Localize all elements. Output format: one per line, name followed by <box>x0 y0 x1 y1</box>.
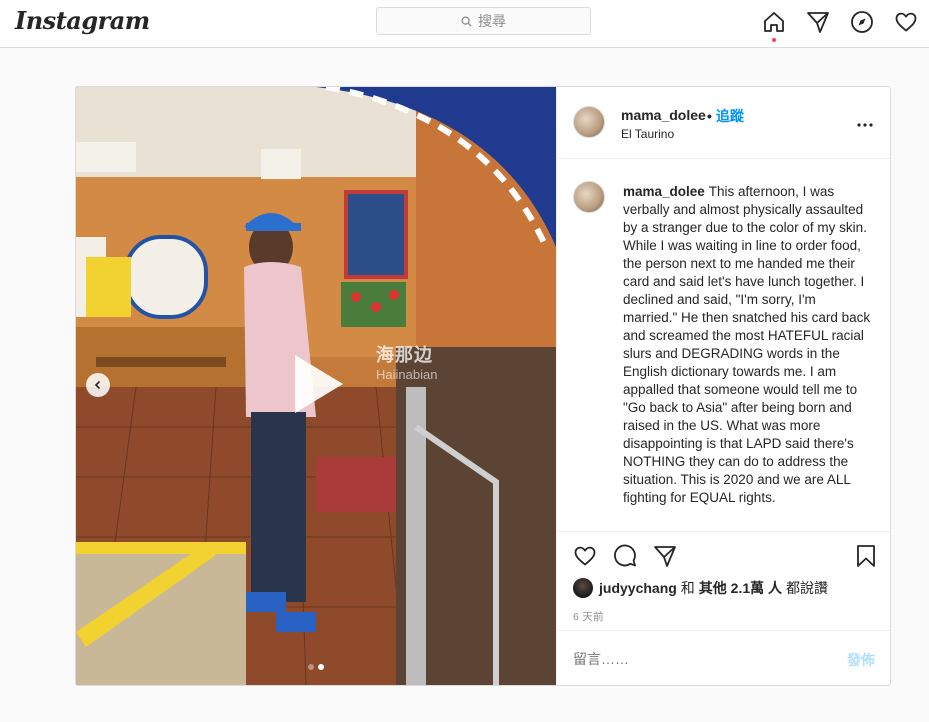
likes-others-count[interactable]: 其他 2.1萬 人 <box>699 578 782 598</box>
play-icon <box>295 355 343 413</box>
author-avatar[interactable] <box>573 106 605 138</box>
comment-button[interactable] <box>613 544 637 573</box>
instagram-logo[interactable]: Instagram <box>15 6 150 35</box>
likes-connector: 和 <box>680 580 695 596</box>
post-comment-button[interactable]: 發佈 <box>847 650 875 670</box>
post-actions-section: judyychang 和 其他 2.1萬 人 都說讚 6 天前 發佈 <box>557 531 890 685</box>
post-details-panel: mama_dolee • 追蹤 El Taurino mama_dolee This… <box>556 87 890 685</box>
home-icon <box>764 12 784 32</box>
comment-input[interactable] <box>573 651 813 667</box>
activity-heart-icon <box>895 12 917 32</box>
bookmark-icon <box>857 545 875 567</box>
follow-label: 追蹤 <box>715 108 744 124</box>
direct-message-icon <box>807 12 829 33</box>
carousel-previous-button[interactable] <box>86 373 110 397</box>
carousel-dot <box>308 664 314 670</box>
chevron-left-icon <box>94 380 101 390</box>
comment-bubble-icon <box>614 544 636 567</box>
post-caption: mama_dolee This afternoon, I was verbally… <box>557 159 890 531</box>
video-watermark: 海那边 <box>376 345 433 365</box>
activity-button[interactable] <box>884 9 928 35</box>
post-card: 海那边 Haiinabian mama_dolee • 追蹤 El Taurino <box>75 86 891 686</box>
explore-compass-icon <box>851 11 873 33</box>
nav-icons <box>752 9 928 42</box>
more-options-icon <box>857 123 873 127</box>
like-button[interactable] <box>573 544 597 573</box>
post-header: mama_dolee • 追蹤 El Taurino <box>557 87 890 159</box>
save-button[interactable] <box>854 544 878 573</box>
caption-author-avatar[interactable] <box>573 181 605 213</box>
search-box[interactable]: 搜尋 <box>376 7 591 35</box>
likes-summary: judyychang 和 其他 2.1萬 人 都說讚 <box>573 578 832 598</box>
follow-button[interactable]: • 追蹤 <box>707 106 744 126</box>
video-watermark-sub: Haiinabian <box>376 367 438 382</box>
caption-text: This afternoon, I was verbally and almos… <box>623 184 871 505</box>
liker-username[interactable]: judyychang <box>599 580 677 596</box>
more-options-button[interactable] <box>857 111 873 132</box>
play-button[interactable] <box>281 349 351 419</box>
search-placeholder: 搜尋 <box>478 13 506 29</box>
action-buttons-row <box>573 544 878 570</box>
caption-username[interactable]: mama_dolee <box>623 184 705 199</box>
comment-form: 發佈 <box>557 630 890 685</box>
liker-avatar[interactable] <box>573 578 593 598</box>
likes-suffix: 都說讚 <box>786 580 829 596</box>
post-timestamp[interactable]: 6 天前 <box>573 609 604 624</box>
share-paper-plane-icon <box>654 546 676 567</box>
search-icon <box>461 15 472 27</box>
caption-text-block: mama_dolee This afternoon, I was verbally… <box>623 183 873 507</box>
explore-button[interactable] <box>840 9 884 35</box>
direct-button[interactable] <box>796 9 840 35</box>
post-location[interactable]: El Taurino <box>621 127 674 141</box>
heart-icon <box>574 546 596 566</box>
carousel-dot-active <box>318 664 324 670</box>
carousel-indicator <box>308 664 324 670</box>
notification-dot <box>772 38 776 42</box>
post-video[interactable]: 海那边 Haiinabian <box>76 87 556 685</box>
top-navigation-bar: Instagram 搜尋 <box>0 0 929 48</box>
home-button[interactable] <box>752 9 796 42</box>
share-button[interactable] <box>653 544 677 573</box>
author-username[interactable]: mama_dolee <box>621 107 706 123</box>
